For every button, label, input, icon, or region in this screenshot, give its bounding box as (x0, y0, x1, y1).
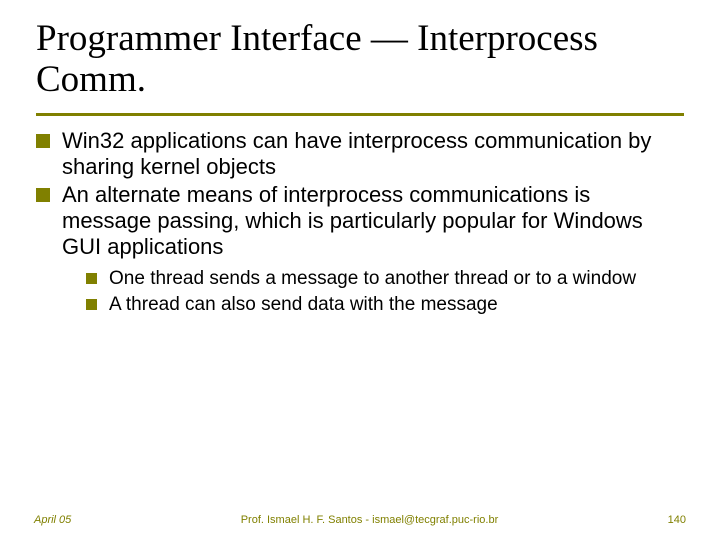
square-bullet-icon (86, 273, 97, 284)
bullet-text: A thread can also send data with the mes… (109, 294, 684, 316)
bullet-text: One thread sends a message to another th… (109, 268, 684, 290)
body: Win32 applications can have interprocess… (0, 116, 720, 317)
bullet-text: Win32 applications can have interprocess… (62, 128, 684, 180)
title-block: Programmer Interface — Interprocess Comm… (0, 0, 720, 105)
footer-page-number: 140 (668, 514, 686, 526)
slide-title: Programmer Interface — Interprocess Comm… (36, 18, 684, 101)
bullet-level2: One thread sends a message to another th… (86, 268, 684, 290)
sublist: One thread sends a message to another th… (36, 262, 684, 317)
footer-date: April 05 (34, 514, 71, 526)
footer: April 05 Prof. Ismael H. F. Santos - ism… (0, 514, 720, 526)
bullet-level2: A thread can also send data with the mes… (86, 294, 684, 316)
square-bullet-icon (36, 134, 50, 148)
bullet-level1: An alternate means of interprocess commu… (36, 182, 684, 260)
bullet-level1: Win32 applications can have interprocess… (36, 128, 684, 180)
bullet-text: An alternate means of interprocess commu… (62, 182, 684, 260)
footer-author: Prof. Ismael H. F. Santos - ismael@tecgr… (71, 514, 667, 526)
square-bullet-icon (86, 299, 97, 310)
slide: Programmer Interface — Interprocess Comm… (0, 0, 720, 540)
square-bullet-icon (36, 188, 50, 202)
